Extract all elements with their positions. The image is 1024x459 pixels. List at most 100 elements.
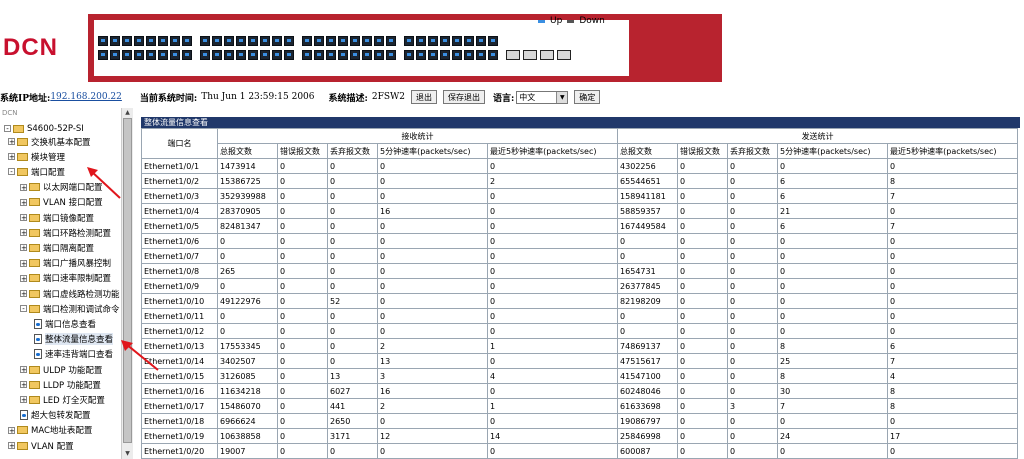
up-legend-swatch xyxy=(538,19,545,23)
stat-cell: 0 xyxy=(727,278,779,294)
sidebar-item[interactable]: + 端口隔离配置 xyxy=(20,241,94,254)
stat-cell: 0 xyxy=(727,158,779,174)
stat-cell: 0 xyxy=(327,248,378,264)
collapse-icon[interactable]: - xyxy=(8,168,15,176)
expand-icon[interactable]: + xyxy=(8,153,15,161)
ethernet-port-icon xyxy=(464,36,474,46)
stat-cell: 0 xyxy=(486,443,619,459)
port-name-cell: Ethernet1/0/3 xyxy=(141,188,218,204)
ethernet-port-icon xyxy=(122,50,132,60)
exit-button[interactable]: 退出 xyxy=(410,90,437,104)
stat-cell: 82481347 xyxy=(217,218,278,234)
sidebar-item-label: 端口镜像配置 xyxy=(43,213,95,224)
ethernet-port-icon xyxy=(386,50,396,60)
ethernet-port-icon xyxy=(122,36,132,46)
ip-link[interactable]: 192.168.200.22 xyxy=(50,92,122,102)
expand-icon[interactable]: + xyxy=(8,138,15,146)
sidebar-item[interactable]: + 交换机基本配置 xyxy=(8,135,91,148)
stat-cell: 600087 xyxy=(617,443,679,459)
expand-icon[interactable]: + xyxy=(20,274,27,282)
sidebar-item[interactable]: 端口信息查看 xyxy=(34,317,96,330)
folder-icon xyxy=(29,198,40,207)
folder-icon xyxy=(17,426,28,435)
ethernet-port-icon xyxy=(476,36,486,46)
main-content: 整体流量信息查看 端口名 接收统计 发送统计 总报文数 错误报文数 丢弃报文数 5分钟… xyxy=(141,117,1024,459)
language-select[interactable]: 中文 ▼ xyxy=(516,90,569,104)
expand-icon[interactable]: + xyxy=(20,396,27,404)
expand-icon[interactable]: + xyxy=(20,381,27,389)
desc-value: 2FSW2 xyxy=(371,92,405,102)
collapse-icon[interactable]: - xyxy=(4,125,11,133)
sidebar-item[interactable]: + MAC地址表配置 xyxy=(8,424,92,437)
stat-cell: 0 xyxy=(617,323,679,339)
up-legend-label: Up xyxy=(550,16,563,26)
stat-cell: 0 xyxy=(327,188,378,204)
sidebar-item[interactable]: - 端口配置 xyxy=(8,165,65,178)
sidebar-item[interactable]: + LED 灯全灭配置 xyxy=(20,393,105,406)
stat-cell: 47515617 xyxy=(617,353,679,369)
stat-cell: 6 xyxy=(777,188,889,204)
sidebar-item[interactable]: 整体流量信息查看 xyxy=(34,333,114,346)
ethernet-port-icon xyxy=(146,50,156,60)
column-header-row: 总报文数 错误报文数 丢弃报文数 5分钟速率(packets/sec) 最近5秒钟速率(… xyxy=(142,143,1019,159)
save-exit-button[interactable]: 保存退出 xyxy=(442,90,485,104)
expand-icon[interactable]: + xyxy=(20,183,27,191)
column-header: 丢弃报文数 xyxy=(327,143,378,159)
sidebar-item[interactable]: + 端口虚线路检测功能 xyxy=(20,287,120,300)
page-icon xyxy=(20,410,28,421)
sidebar-item-label: 端口虚线路检测功能 xyxy=(43,289,120,300)
sidebar-item[interactable]: + 模块管理 xyxy=(8,150,65,163)
sidebar-item[interactable]: + 端口环路检测配置 xyxy=(20,226,111,239)
expand-icon[interactable]: + xyxy=(20,244,27,252)
sidebar-item-label: 速率违背端口查看 xyxy=(45,350,114,361)
ok-button[interactable]: 确定 xyxy=(574,90,601,104)
stat-cell: 0 xyxy=(277,218,328,234)
stat-cell: 0 xyxy=(327,218,378,234)
chevron-down-icon[interactable]: ▼ xyxy=(556,91,568,103)
stat-cell: 0 xyxy=(327,443,378,459)
tree-root[interactable]: - S4600-52P-SI xyxy=(4,122,84,135)
stat-cell: 0 xyxy=(727,368,779,384)
expand-icon[interactable]: + xyxy=(20,366,27,374)
sidebar-scrollbar[interactable]: ▲ ▼ xyxy=(121,108,133,459)
sidebar-item[interactable]: + 以太网端口配置 xyxy=(20,181,103,194)
stat-cell: 0 xyxy=(727,263,779,279)
expand-icon[interactable]: + xyxy=(20,229,27,237)
scroll-down-icon[interactable]: ▼ xyxy=(123,450,132,458)
collapse-icon[interactable]: - xyxy=(20,305,27,313)
sidebar-item[interactable]: 速率违背端口查看 xyxy=(34,348,113,361)
expand-icon[interactable]: + xyxy=(20,290,27,298)
expand-icon[interactable]: + xyxy=(20,214,27,222)
stat-cell: 0 xyxy=(777,158,889,174)
sidebar-item[interactable]: + ULDP 功能配置 xyxy=(20,363,102,376)
sidebar-item[interactable]: + 端口速率限制配置 xyxy=(20,272,111,285)
ethernet-port-icon xyxy=(212,50,222,60)
expand-icon[interactable]: + xyxy=(20,198,27,206)
stat-cell: 0 xyxy=(677,308,729,324)
scroll-up-icon[interactable]: ▲ xyxy=(123,109,132,117)
stat-cell: 0 xyxy=(486,233,619,249)
port-name-cell: Ethernet1/0/14 xyxy=(141,353,218,369)
ethernet-port-icon xyxy=(284,50,294,60)
port-name-cell: Ethernet1/0/8 xyxy=(141,263,218,279)
stat-cell: 0 xyxy=(727,188,779,204)
expand-icon[interactable]: + xyxy=(20,259,27,267)
sidebar-item[interactable]: + 端口镜像配置 xyxy=(20,211,94,224)
sidebar-item[interactable]: + VLAN 配置 xyxy=(8,439,74,452)
sidebar-item[interactable]: 超大包转发配置 xyxy=(20,409,91,422)
column-header: 丢弃报文数 xyxy=(727,143,779,159)
expand-icon[interactable]: + xyxy=(8,426,15,434)
scroll-thumb[interactable] xyxy=(123,118,132,443)
stat-cell: 0 xyxy=(486,263,619,279)
sidebar-item[interactable]: - 端口检测和调试命令 xyxy=(20,302,120,315)
sidebar-item[interactable]: + LLDP 功能配置 xyxy=(20,378,101,391)
stat-cell: 0 xyxy=(677,233,729,249)
ethernet-port-icon xyxy=(488,36,498,46)
sidebar-item[interactable]: + VLAN 接口配置 xyxy=(20,196,103,209)
sidebar-item[interactable]: + 端口广播风暴控制 xyxy=(20,257,111,270)
sidebar-item-label: 超大包转发配置 xyxy=(31,411,91,422)
stat-cell: 0 xyxy=(617,248,679,264)
expand-icon[interactable]: + xyxy=(8,442,15,450)
stat-cell: 17 xyxy=(887,428,1019,444)
sidebar-item-label: 端口广播风暴控制 xyxy=(43,259,112,270)
